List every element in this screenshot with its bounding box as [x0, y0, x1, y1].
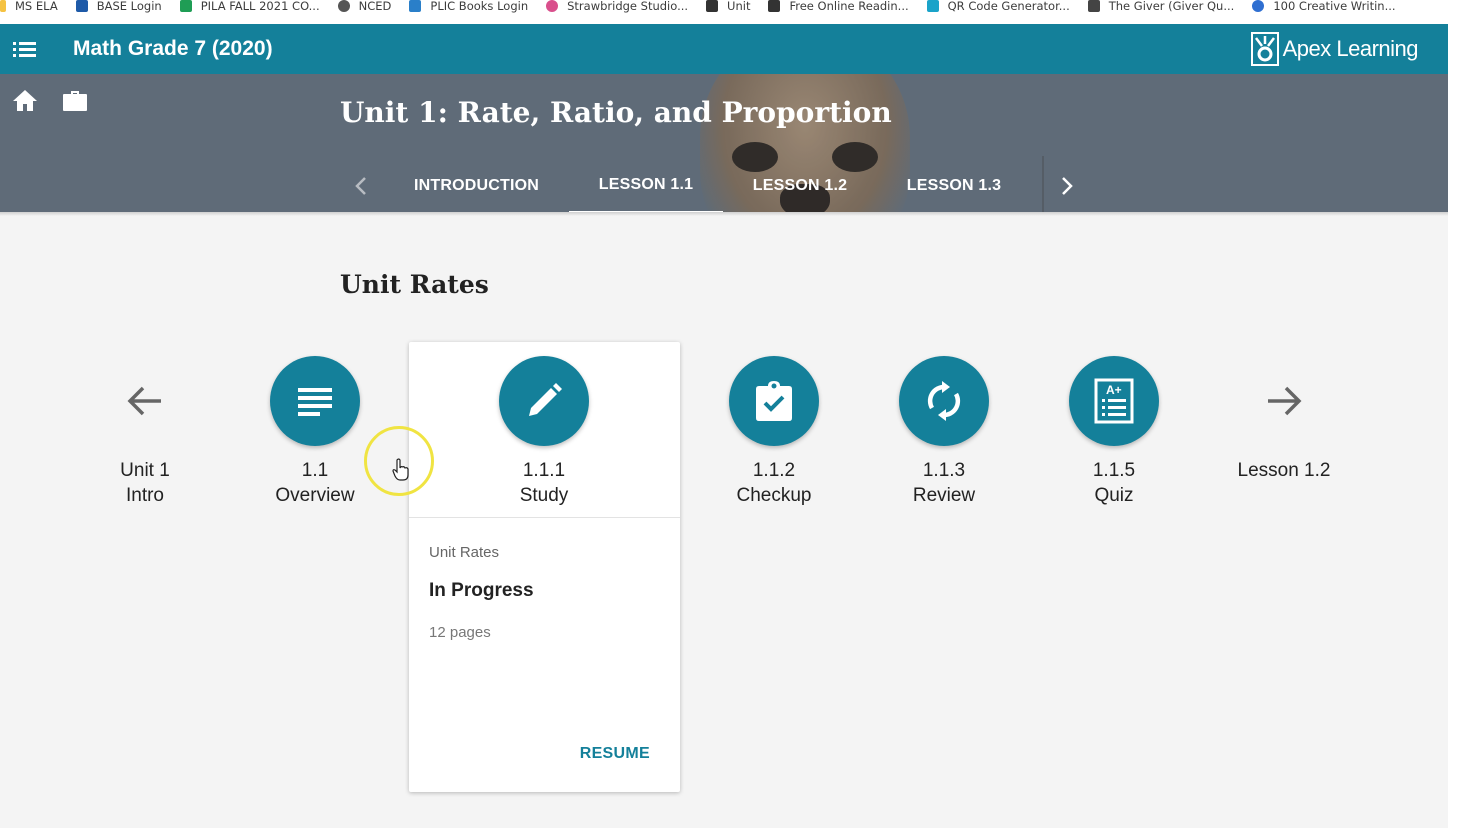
- activity-unit-intro[interactable]: Unit 1 Intro: [60, 356, 230, 508]
- qr-icon: [926, 0, 939, 12]
- activity-label-line2: Review: [912, 485, 976, 506]
- bookmarks-bar: MS ELA BASE Login PILA FALL 2021 CO... N…: [0, 0, 1464, 24]
- lesson-title: Unit Rates: [340, 270, 489, 299]
- resume-button[interactable]: RESUME: [580, 745, 650, 763]
- home-icon[interactable]: [12, 88, 38, 117]
- apex-learning-logo: Apex Learning: [1250, 32, 1419, 66]
- app-header: Math Grade 7 (2020) Apex Learning: [0, 24, 1448, 74]
- bookmark-nced[interactable]: NCED: [337, 0, 391, 18]
- activity-label-line1: Lesson 1.2: [1237, 460, 1331, 481]
- course-title: Math Grade 7 (2020): [73, 37, 273, 60]
- refresh-icon: [899, 356, 989, 446]
- bookmark-pila[interactable]: PILA FALL 2021 CO...: [179, 0, 320, 18]
- logo-text: Apex Learning: [1282, 36, 1419, 61]
- tabs-next-chevron-icon[interactable]: [1047, 158, 1087, 214]
- menu-list-icon[interactable]: [12, 38, 38, 60]
- card-status: In Progress: [429, 580, 534, 601]
- bookmark-free-online[interactable]: Free Online Readin...: [768, 0, 909, 18]
- activity-checkup[interactable]: 1.1.2 Checkup: [689, 356, 859, 508]
- book-icon: [768, 0, 781, 12]
- activity-label-line1: 1.1.1: [522, 460, 566, 481]
- quiz-sheet-icon: A+: [1069, 356, 1159, 446]
- pencil-icon: [499, 356, 589, 446]
- bookmark-icon: [75, 0, 88, 12]
- activity-label-line1: 1.1.2: [752, 460, 796, 481]
- bookmark-icon: [409, 0, 422, 12]
- bookmark-strawbridge[interactable]: Strawbridge Studio...: [546, 0, 688, 18]
- arrow-left-icon: [100, 356, 190, 446]
- activity-label-line2: Quiz: [1094, 485, 1134, 506]
- tab-introduction[interactable]: INTRODUCTION: [404, 158, 549, 214]
- briefcase-icon[interactable]: [62, 88, 88, 117]
- activity-label-line1: 1.1.5: [1092, 460, 1136, 481]
- activity-label-line2: Intro: [125, 485, 165, 506]
- bookmark-icon: [546, 0, 559, 12]
- bookmark-icon: [1252, 0, 1265, 12]
- tab-lesson-1-1[interactable]: LESSON 1.1: [569, 158, 723, 214]
- tab-lesson-1-2[interactable]: LESSON 1.2: [740, 158, 860, 214]
- unit-banner: Unit 1: Rate, Ratio, and Proportion INTR…: [0, 74, 1448, 214]
- clipboard-check-icon: [729, 356, 819, 446]
- arrow-right-icon: [1239, 356, 1329, 446]
- tabs-prev-chevron-icon[interactable]: [341, 158, 381, 214]
- sheets-icon: [179, 0, 192, 12]
- apex-logo-icon: [1250, 32, 1279, 66]
- unit-title: Unit 1: Rate, Ratio, and Proportion: [340, 96, 892, 129]
- tab-lesson-1-3[interactable]: LESSON 1.3: [894, 158, 1014, 214]
- card-divider: [409, 517, 680, 518]
- hand-cursor-icon: [392, 458, 410, 487]
- bookmark-icon: [0, 0, 6, 12]
- bookmark-base-login[interactable]: BASE Login: [75, 0, 162, 18]
- bookmark-giver[interactable]: The Giver (Giver Qu...: [1087, 0, 1234, 18]
- bookmark-qr[interactable]: QR Code Generator...: [926, 0, 1070, 18]
- card-page-count: 12 pages: [429, 624, 491, 641]
- activity-next-lesson[interactable]: Lesson 1.2: [1199, 356, 1369, 483]
- bookmark-plic[interactable]: PLIC Books Login: [409, 0, 528, 18]
- activity-label-line2: Study: [519, 485, 569, 506]
- activity-label-line1: Unit 1: [120, 460, 170, 481]
- activity-label-line1: 1.1.3: [922, 460, 966, 481]
- banner-shadow: [0, 212, 1448, 216]
- card-subtitle: Unit Rates: [429, 544, 500, 561]
- activity-label-line2: Checkup: [736, 485, 812, 506]
- bookmark-icon: [337, 0, 350, 12]
- tabs-divider: [1042, 156, 1044, 212]
- bookmark-icon: [1087, 0, 1100, 12]
- bookmark-100-creative[interactable]: 100 Creative Writin...: [1252, 0, 1396, 18]
- activity-review[interactable]: 1.1.3 Review: [859, 356, 1029, 508]
- activity-study[interactable]: 1.1.1 Study: [459, 356, 629, 508]
- svg-text:A+: A+: [1106, 383, 1122, 397]
- bookmark-unit[interactable]: Unit: [706, 0, 750, 18]
- lines-icon: [270, 356, 360, 446]
- activity-quiz[interactable]: A+ 1.1.5 Quiz: [1029, 356, 1199, 508]
- window-edge: [1448, 24, 1464, 828]
- bookmark-ms-ela[interactable]: MS ELA: [0, 0, 58, 18]
- book-icon: [706, 0, 719, 12]
